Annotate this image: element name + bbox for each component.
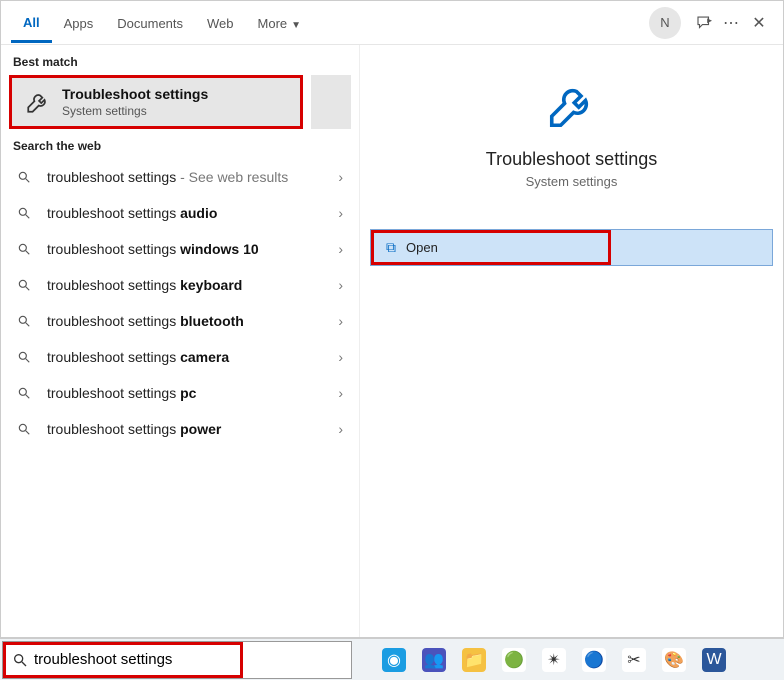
open-icon: ⧉ — [386, 239, 396, 256]
more-options-icon[interactable]: ⋯ — [717, 7, 745, 39]
best-match-title: Troubleshoot settings — [62, 86, 208, 102]
web-result-text: troubleshoot settings camera — [47, 349, 338, 365]
chrome-icon[interactable]: 🟢 — [502, 648, 526, 672]
snip-icon[interactable]: ✂ — [622, 648, 646, 672]
taskbar: ◉ 👥 📁 🟢 ✴ 🔵 ✂ 🎨 W — [0, 638, 784, 680]
search-icon — [12, 652, 28, 668]
wrench-icon — [542, 75, 602, 135]
tab-web[interactable]: Web — [195, 4, 246, 41]
chevron-right-icon: › — [338, 313, 343, 329]
search-icon — [17, 278, 37, 292]
close-icon[interactable]: ✕ — [745, 7, 773, 39]
preview-panel: Troubleshoot settings System settings ⧉ … — [359, 45, 783, 637]
chevron-right-icon: › — [338, 385, 343, 401]
search-icon — [17, 170, 37, 184]
web-result[interactable]: troubleshoot settings camera› — [1, 339, 359, 375]
best-match-expand[interactable] — [311, 75, 351, 129]
preview-subtitle: System settings — [360, 174, 783, 189]
chevron-right-icon: › — [338, 277, 343, 293]
chevron-right-icon: › — [338, 169, 343, 185]
web-result[interactable]: troubleshoot settings keyboard› — [1, 267, 359, 303]
tab-more[interactable]: More▼ — [246, 4, 314, 41]
open-button[interactable]: ⧉ Open — [371, 230, 611, 265]
chevron-right-icon: › — [338, 349, 343, 365]
search-icon — [17, 422, 37, 436]
search-icon — [17, 206, 37, 220]
tab-documents[interactable]: Documents — [105, 4, 195, 41]
web-result[interactable]: troubleshoot settings bluetooth› — [1, 303, 359, 339]
search-web-label: Search the web — [1, 129, 359, 159]
wrench-icon — [24, 88, 52, 116]
web-result-text: troubleshoot settings windows 10 — [47, 241, 338, 257]
tab-bar: All Apps Documents Web More▼ N ⋯ ✕ — [1, 1, 783, 45]
feedback-icon[interactable] — [689, 8, 717, 38]
web-result[interactable]: troubleshoot settings windows 10› — [1, 231, 359, 267]
web-result-text: troubleshoot settings pc — [47, 385, 338, 401]
preview-title: Troubleshoot settings — [360, 149, 783, 170]
search-icon — [17, 314, 37, 328]
best-match-subtitle: System settings — [62, 104, 208, 118]
best-match-result[interactable]: Troubleshoot settings System settings — [9, 75, 303, 129]
web-result-text: troubleshoot settings audio — [47, 205, 338, 221]
best-match-label: Best match — [1, 45, 359, 75]
chevron-right-icon: › — [338, 241, 343, 257]
slack-icon[interactable]: ✴ — [542, 648, 566, 672]
explorer-icon[interactable]: 📁 — [462, 648, 486, 672]
tab-all[interactable]: All — [11, 3, 52, 43]
search-window: All Apps Documents Web More▼ N ⋯ ✕ Best … — [0, 0, 784, 638]
edge-icon[interactable]: ◉ — [382, 648, 406, 672]
web-result-text: troubleshoot settings power — [47, 421, 338, 437]
web-result[interactable]: troubleshoot settings pc› — [1, 375, 359, 411]
web-result[interactable]: troubleshoot settings power› — [1, 411, 359, 447]
tab-apps[interactable]: Apps — [52, 4, 106, 41]
chevron-right-icon: › — [338, 421, 343, 437]
action-row: ⧉ Open — [370, 229, 773, 266]
word-icon[interactable]: W — [702, 648, 726, 672]
search-input[interactable] — [34, 651, 234, 668]
avatar[interactable]: N — [649, 7, 681, 39]
taskbar-search[interactable] — [2, 641, 352, 679]
web-result-text: troubleshoot settings keyboard — [47, 277, 338, 293]
search-icon — [17, 242, 37, 256]
web-result[interactable]: troubleshoot settings audio› — [1, 195, 359, 231]
web-result[interactable]: troubleshoot settings - See web results› — [1, 159, 359, 195]
search-icon — [17, 386, 37, 400]
chevron-down-icon: ▼ — [291, 20, 301, 31]
results-panel: Best match Troubleshoot settings System … — [1, 45, 359, 637]
teams-icon[interactable]: 👥 — [422, 648, 446, 672]
chrome2-icon[interactable]: 🔵 — [582, 648, 606, 672]
taskbar-tray: ◉ 👥 📁 🟢 ✴ 🔵 ✂ 🎨 W — [352, 648, 784, 672]
search-icon — [17, 350, 37, 364]
paint-icon[interactable]: 🎨 — [662, 648, 686, 672]
open-label: Open — [406, 240, 438, 255]
web-result-text: troubleshoot settings - See web results — [47, 169, 338, 185]
web-result-text: troubleshoot settings bluetooth — [47, 313, 338, 329]
action-row-rest[interactable] — [611, 230, 772, 265]
chevron-right-icon: › — [338, 205, 343, 221]
